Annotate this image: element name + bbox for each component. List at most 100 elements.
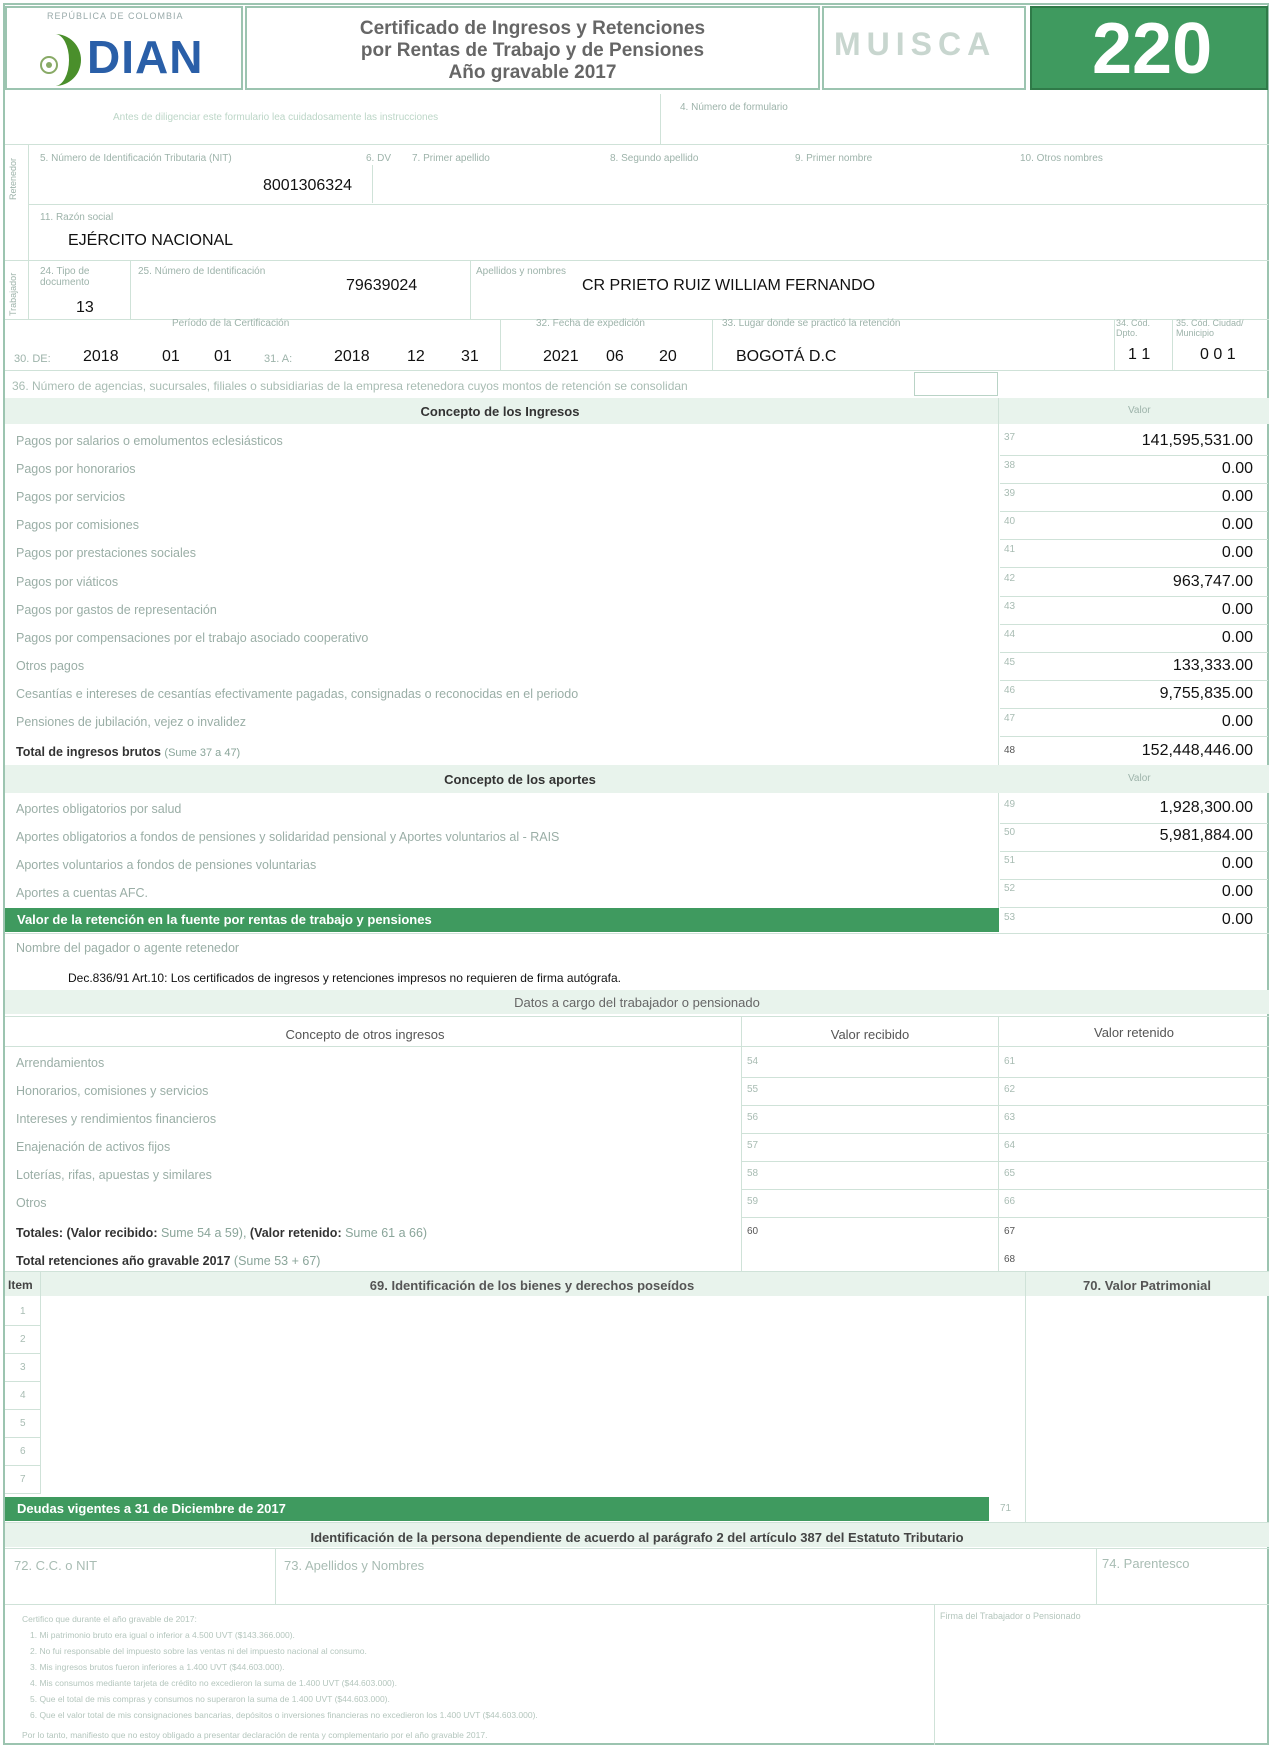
ingreso-label: Pagos por compensaciones por el trabajo … (16, 630, 369, 645)
row-divider (5, 1353, 41, 1354)
names-label: Apellidos y nombres (476, 266, 567, 277)
aporte-num: 50 (1004, 827, 1016, 838)
aportes-valor-header: Valor (1128, 773, 1151, 784)
retenido-num: 66 (1004, 1196, 1016, 1207)
certifico-line: 4. Mis consumos mediante tarjeta de créd… (30, 1678, 397, 1688)
deudas-num: 71 (1000, 1503, 1012, 1514)
reserved-text: Antes de diligenciar este formulario lea… (113, 112, 439, 123)
bien-item-number: 2 (20, 1334, 26, 1345)
totales-rec: (Valor recibido: (66, 1226, 158, 1240)
aporte-value: 0.00 (1221, 855, 1253, 872)
ingreso-label: Pagos por servicios (16, 490, 126, 505)
recibido-num: 59 (747, 1196, 759, 1207)
aporte-label: Aportes voluntarios a fondos de pensione… (16, 858, 317, 872)
otros-col1: Concepto de otros ingresos (285, 1027, 445, 1042)
total-ingresos-value: 152,448,446.00 (1141, 742, 1253, 760)
row-divider (741, 1133, 1269, 1134)
trabajador-side-label: Trabajador (8, 272, 18, 316)
ingresos-header: Concepto de los Ingresos (420, 404, 580, 419)
deudas-bar: Deudas vigentes a 31 de Diciembre de 201… (5, 1497, 989, 1521)
ingreso-num: 42 (1004, 572, 1016, 584)
ingreso-num: 41 (1004, 544, 1016, 556)
row-divider (1000, 879, 1268, 880)
item-header: Item (8, 1278, 33, 1292)
aporte-num: 51 (1004, 855, 1016, 866)
row-divider (741, 1189, 1269, 1190)
recibido-num: 57 (747, 1140, 759, 1151)
nit-value: 8001306324 (263, 177, 352, 194)
row-divider (5, 1493, 41, 1494)
ingreso-value: 0.00 (1221, 544, 1253, 562)
certifico-line: 2. No fui responsable del impuesto sobre… (30, 1646, 367, 1656)
firma-label: Firma del Trabajador o Pensionado (940, 1611, 1081, 1621)
nit-label: 5. Número de Identificación Tributaria (… (40, 153, 232, 164)
title-line2: por Rentas de Trabajo y de Pensiones (360, 40, 705, 61)
lugar-label: 33. Lugar donde se practicó la retención (722, 318, 901, 329)
retenedor-side-label: Retenedor (8, 157, 18, 200)
row-divider (741, 1217, 1269, 1218)
total-ingresos-label: Total de ingresos brutos (16, 745, 161, 760)
row-divider (1000, 511, 1268, 513)
total-ret-hint: (Sume 53 + 67) (233, 1254, 321, 1268)
otros-col2: Valor recibido (830, 1027, 910, 1042)
razon-label: 11. Razón social (40, 212, 114, 223)
aporte-label: Aportes a cuentas AFC. (16, 886, 149, 900)
periodo-label: Período de la Certificación (172, 318, 290, 329)
cc-label: 72. C.C. o NIT (14, 1558, 98, 1573)
form-number: 220 (1092, 9, 1213, 89)
row-divider (741, 1161, 1269, 1162)
title-line3: Año gravable 2017 (448, 62, 617, 83)
row-divider (5, 1437, 41, 1438)
muisca-box: MUISCA (822, 6, 1026, 90)
total-ingresos-hint: (Sume 37 a 47) (164, 747, 241, 760)
recibido-num: 55 (747, 1084, 759, 1095)
closing-text: Por lo tanto, manifiesto que no estoy ob… (22, 1730, 488, 1740)
ingreso-value: 133,333.00 (1172, 656, 1253, 674)
parentesco-label: 74. Parentesco (1102, 1556, 1190, 1571)
ingreso-label: Otros pagos (16, 658, 85, 673)
pagador-label: Nombre del pagador o agente retenedor (16, 941, 240, 955)
row-divider (1000, 567, 1268, 569)
logo-top-text: REPÚBLICA DE COLOMBIA (47, 11, 184, 21)
ingreso-label: Pensiones de jubilación, vejez o invalid… (16, 715, 247, 729)
otros-section-header: Datos a cargo del trabajador o pensionad… (514, 995, 760, 1010)
retenido-num: 64 (1004, 1140, 1016, 1151)
total-ret-num: 68 (1004, 1254, 1016, 1265)
retenido-num: 65 (1004, 1168, 1016, 1179)
lugar-value: BOGOTÁ D.C (736, 348, 837, 365)
id-label: 25. Número de Identificación (138, 266, 266, 277)
names-value: CR PRIETO RUIZ WILLIAM FERNANDO (582, 277, 876, 294)
de-year: 2018 (83, 348, 119, 365)
certifico-line: 5. Que el total de mis compras y consumo… (30, 1694, 390, 1704)
certifico-line: 1. Mi patrimonio bruto era igual o infer… (30, 1630, 295, 1640)
id-value: 79639024 (346, 277, 418, 294)
otros-col3: Valor retenido (1094, 1025, 1174, 1040)
row-divider (5, 1409, 41, 1410)
ingreso-num: 37 (1004, 432, 1016, 443)
dian-logo-box: REPÚBLICA DE COLOMBIA DIAN (5, 6, 243, 90)
a-day: 31 (461, 348, 479, 365)
title-line1: Certificado de Ingresos y Retenciones (359, 18, 706, 39)
a-year: 2018 (334, 348, 370, 365)
muisca-logo: MUISCA (834, 26, 997, 62)
ingreso-value: 963,747.00 (1172, 572, 1253, 590)
pagador-note: Dec.836/91 Art.10: Los certificados de i… (68, 971, 621, 985)
mun-value: 0 0 1 (1200, 346, 1236, 363)
ingreso-num: 40 (1004, 516, 1016, 528)
row-divider (1000, 851, 1268, 852)
exp-year: 2021 (543, 348, 579, 365)
otro-ingreso-label: Loterías, rifas, apuestas y similares (16, 1168, 212, 1182)
de-label: 30. DE: (14, 353, 51, 365)
dependiente-header: Identificación de la persona dependiente… (310, 1530, 964, 1545)
row-divider (1000, 455, 1268, 456)
bien-item-number: 7 (20, 1474, 26, 1485)
de-day: 01 (214, 348, 232, 365)
retencion-num: 53 (1004, 912, 1016, 923)
dpto-label: 34. Cód. Dpto. (1116, 318, 1151, 338)
totales-ret: (Valor retenido: (249, 1226, 342, 1240)
row-divider (741, 1077, 1269, 1078)
row-divider (741, 1105, 1269, 1106)
a-label: 31. A: (264, 353, 293, 365)
ingreso-label: Pagos por viáticos (16, 574, 119, 589)
ingreso-label: Pagos por prestaciones sociales (16, 546, 196, 561)
